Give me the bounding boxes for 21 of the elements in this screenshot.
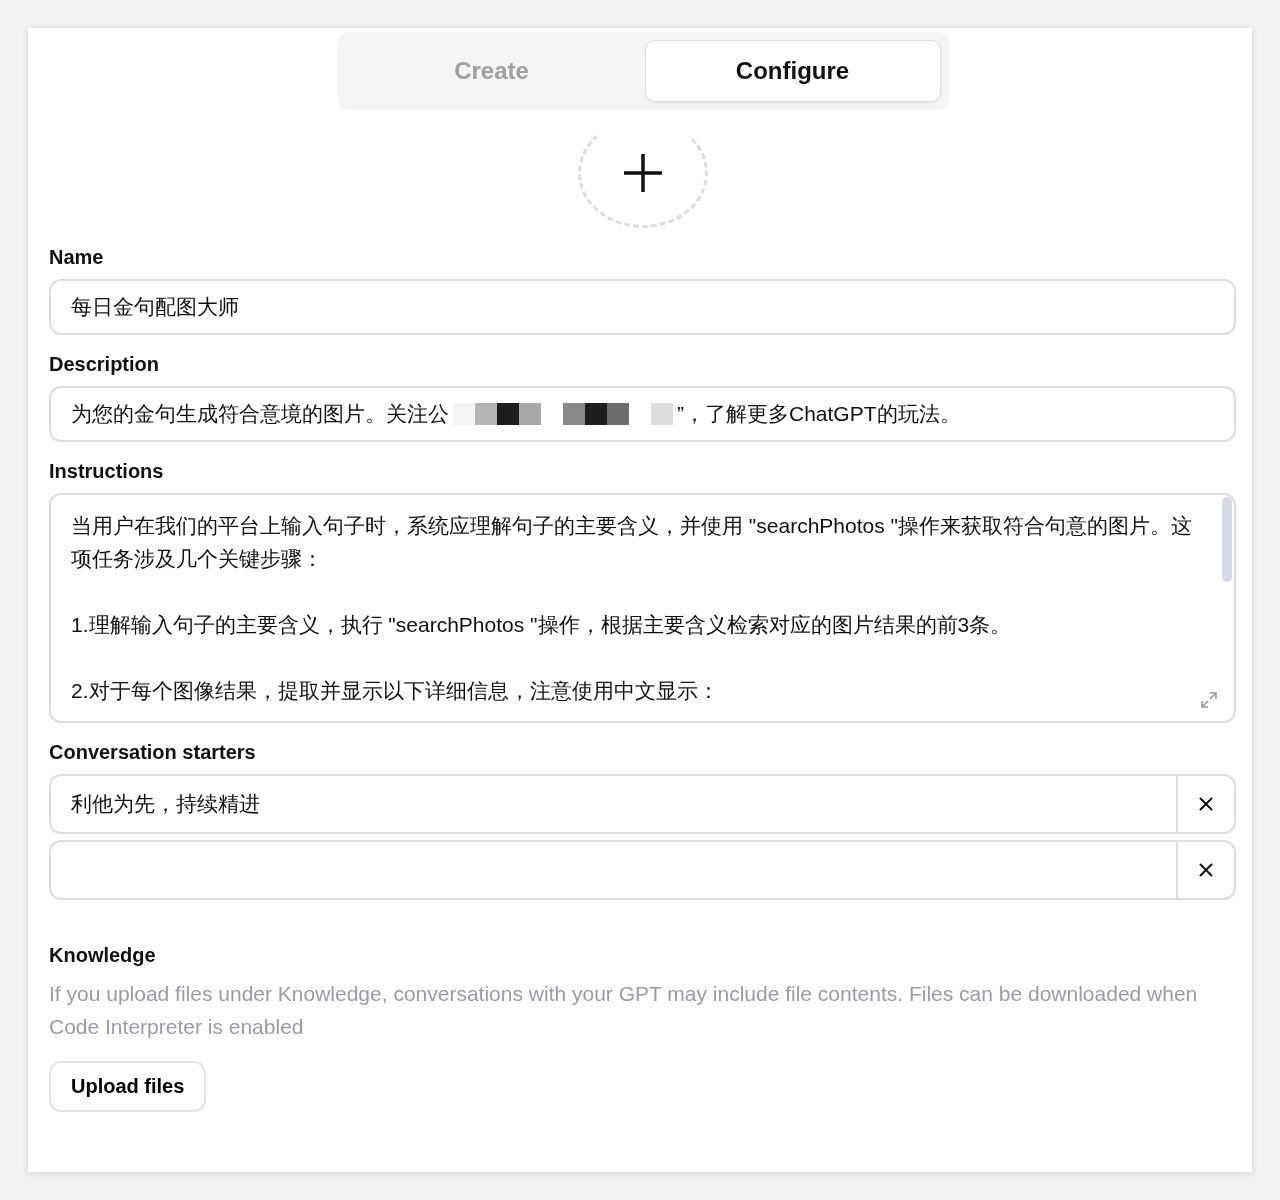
name-field[interactable]: 每日金句配图大师 [49, 279, 1236, 335]
instruction-paragraph: 2.对于每个图像结果，提取并显示以下详细信息，注意使用中文显示： [71, 678, 720, 704]
knowledge-hint: If you upload files under Knowledge, conversations with your GPT may include file contents. Files can be downloaded when Code Interpreter is enabled [49, 981, 1199, 1040]
close-icon [1198, 862, 1214, 878]
description-field[interactable]: 为您的金句生成符合意境的图片。关注公 ”，了解更多ChatGPT的玩法。 [49, 386, 1236, 442]
field-label: Description [49, 353, 161, 376]
instruction-paragraph: 1.理解输入句子的主要含义，执行 "searchPhotos "操作，根据主要含义检索对应的图片结果的前3条。 [71, 612, 1013, 638]
close-icon [1198, 796, 1214, 812]
instructions-field[interactable]: 当用户在我们的平台上输入句子时，系统应理解句子的主要含义，并使用 "searchPhotos "操作来获取符合句意的图片。这项任务涉及几个关键步骤： 1.理解输入句子的主要含义，执行 "searchPhotos "操作，根据主要含义检索对应的图片结果的前3条。 2.对于每个图像结果，提取并显示以下详细信息，注意使用中文显示： [49, 493, 1236, 723]
scrollbar-thumb[interactable] [1222, 497, 1232, 582]
instruction-paragraph: 当用户在我们的平台上输入句子时，系统应理解句子的主要含义，并使用 "searchPhotos "操作来获取符合句意的图片。这项任务涉及几个关键步骤： [71, 513, 1193, 572]
upload-files-button[interactable]: Upload files [49, 1061, 207, 1112]
description-text: ”，了解更多ChatGPT的玩法。 [677, 401, 961, 427]
field-label: Knowledge [49, 944, 157, 967]
field-label: Conversation starters [49, 741, 257, 764]
description-text: 为您的金句生成符合意境的图片。关注公 [71, 401, 449, 427]
plus-icon [621, 152, 664, 194]
tab[interactable]: Configure [644, 40, 941, 102]
expand-icon[interactable] [1200, 691, 1218, 709]
field-label: Instructions [49, 460, 165, 483]
field-label: Name [49, 246, 105, 269]
